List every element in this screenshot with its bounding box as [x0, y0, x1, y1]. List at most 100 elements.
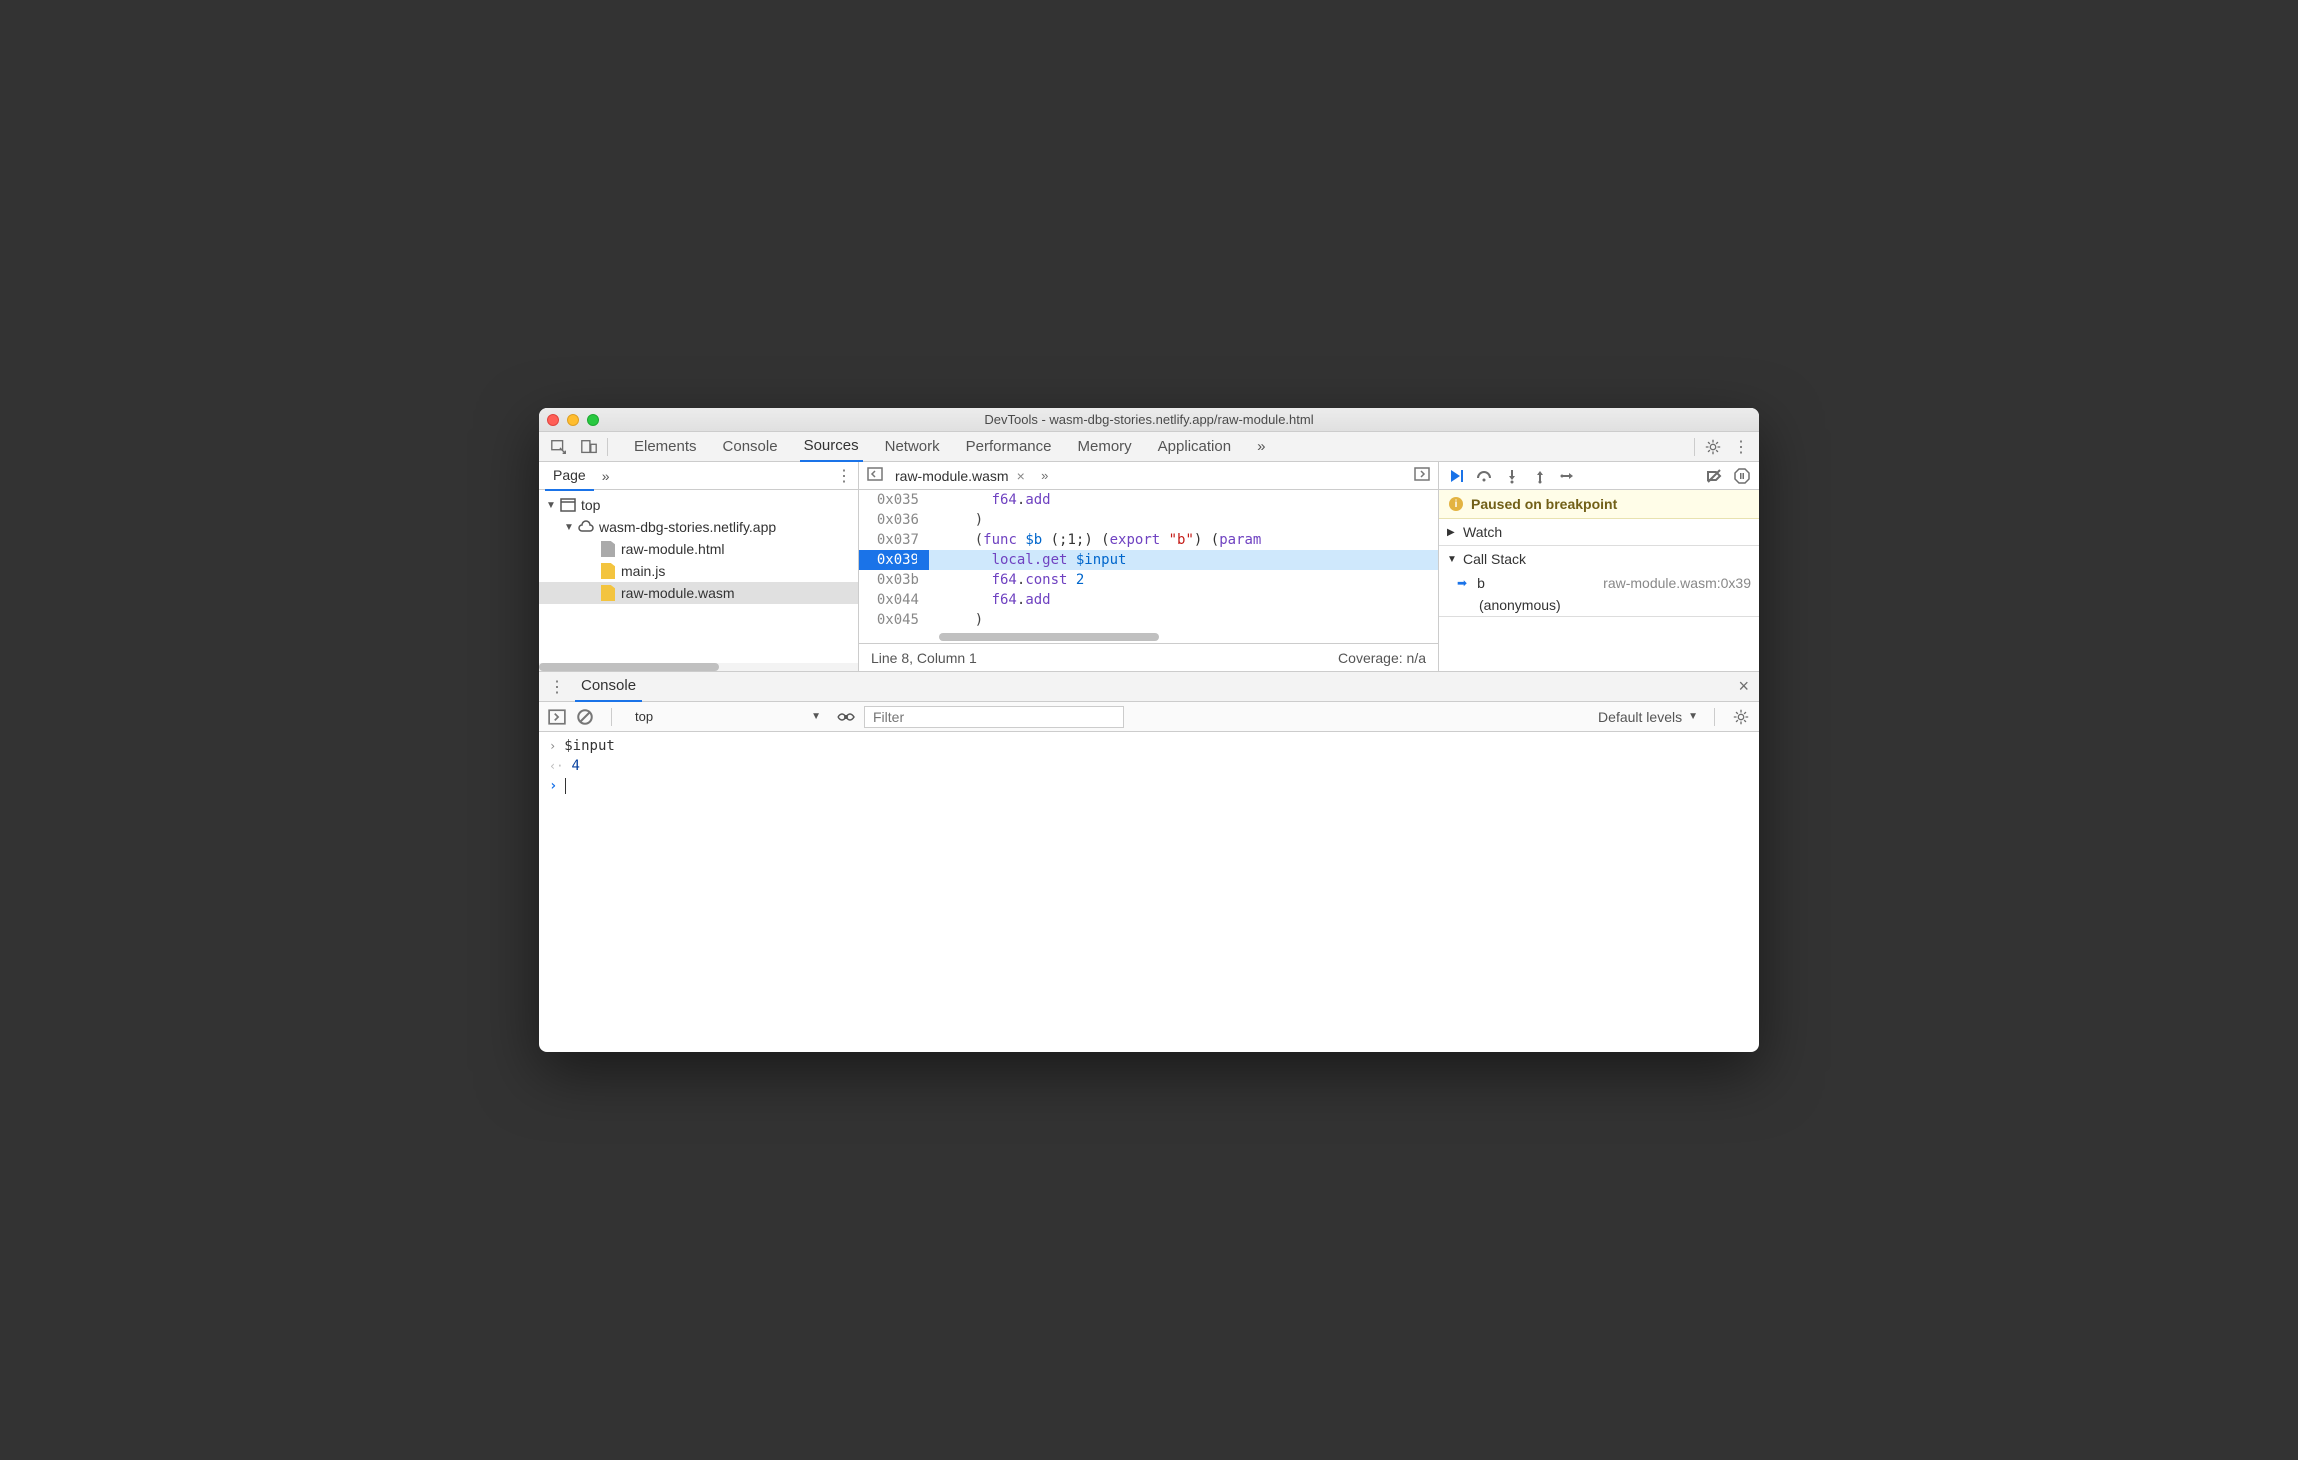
console-input-text: $input [564, 738, 615, 754]
console-sidebar-icon[interactable] [547, 707, 567, 727]
input-marker-icon: › [549, 739, 556, 753]
expand-arrow-icon: ▶ [1447, 527, 1457, 538]
live-expression-icon[interactable] [836, 707, 856, 727]
watch-section-header[interactable]: ▶ Watch [1439, 519, 1759, 545]
minimize-window-button[interactable] [567, 414, 579, 426]
main-toolbar: Elements Console Sources Network Perform… [539, 432, 1759, 462]
tree-row-file[interactable]: raw-module.wasm [539, 582, 858, 604]
drawer-menu-icon[interactable]: ⋮ [549, 677, 565, 697]
drawer-tab-console[interactable]: Console [575, 672, 642, 702]
tabs-overflow-icon[interactable]: » [1253, 432, 1269, 462]
resume-icon[interactable] [1447, 467, 1465, 485]
step-into-icon[interactable] [1503, 467, 1521, 485]
navigator-tabs-overflow[interactable]: » [594, 462, 618, 491]
tab-console[interactable]: Console [719, 432, 782, 462]
log-levels-select[interactable]: Default levels ▼ [1598, 709, 1698, 725]
stack-fn-name: (anonymous) [1479, 597, 1561, 613]
stack-location: raw-module.wasm:0x39 [1603, 575, 1751, 591]
coverage-status: Coverage: n/a [1338, 650, 1426, 666]
traffic-lights [547, 414, 599, 426]
editor-body[interactable]: 0x0350x0360x0370x0390x03b0x0440x045 f64.… [859, 490, 1438, 633]
chevron-down-icon: ▼ [811, 711, 821, 722]
callstack-section-header[interactable]: ▼ Call Stack [1439, 546, 1759, 572]
drawer-header: ⋮ Console × [539, 672, 1759, 702]
console-settings-icon[interactable] [1731, 707, 1751, 727]
cursor [565, 778, 566, 794]
editor-tabs-overflow[interactable]: » [1035, 468, 1055, 483]
expand-toggle-icon[interactable]: ▼ [545, 500, 557, 511]
tree-row-domain[interactable]: ▼ wasm-dbg-stories.netlify.app [539, 516, 858, 538]
console-body[interactable]: › $input ‹· 4 › [539, 732, 1759, 1052]
clear-console-icon[interactable] [575, 707, 595, 727]
tab-network[interactable]: Network [881, 432, 944, 462]
context-value: top [635, 709, 653, 724]
info-icon: i [1449, 497, 1463, 511]
devtools-window: DevTools - wasm-dbg-stories.netlify.app/… [539, 408, 1759, 1052]
tab-memory[interactable]: Memory [1074, 432, 1136, 462]
toggle-navigator-icon[interactable] [865, 467, 885, 484]
drawer-close-icon[interactable]: × [1738, 676, 1749, 697]
console-toolbar: top ▼ Default levels ▼ [539, 702, 1759, 732]
close-tab-icon[interactable]: × [1017, 468, 1025, 484]
tree-row-file[interactable]: main.js [539, 560, 858, 582]
tree-label: raw-module.html [621, 541, 724, 557]
console-filter-input[interactable] [864, 706, 1124, 728]
navigator-pane: Page » ⋮ ▼ top ▼ wasm-dbg-stories.netlif… [539, 462, 859, 671]
tree-label: top [581, 497, 600, 513]
callstack-label: Call Stack [1463, 551, 1526, 567]
sources-panel: Page » ⋮ ▼ top ▼ wasm-dbg-stories.netlif… [539, 462, 1759, 672]
file-tree: ▼ top ▼ wasm-dbg-stories.netlify.app raw… [539, 490, 858, 663]
editor-scrollbar[interactable] [859, 633, 1438, 643]
cloud-icon [577, 518, 595, 536]
tree-label: wasm-dbg-stories.netlify.app [599, 519, 776, 535]
step-over-icon[interactable] [1475, 467, 1493, 485]
file-icon [599, 562, 617, 580]
maximize-window-button[interactable] [587, 414, 599, 426]
panel-tabs: Elements Console Sources Network Perform… [630, 432, 1686, 462]
navigator-scrollbar[interactable] [539, 663, 858, 671]
close-window-button[interactable] [547, 414, 559, 426]
output-marker-icon: ‹· [549, 759, 563, 773]
tree-label: main.js [621, 563, 665, 579]
paused-banner: i Paused on breakpoint [1439, 490, 1759, 519]
tree-row-file[interactable]: raw-module.html [539, 538, 858, 560]
console-context-select[interactable]: top ▼ [628, 706, 828, 727]
more-menu-icon[interactable]: ⋮ [1733, 437, 1749, 457]
tree-label: raw-module.wasm [621, 585, 735, 601]
debugger-pane: i Paused on breakpoint ▶ Watch ▼ Call St… [1439, 462, 1759, 671]
editor-file-name: raw-module.wasm [895, 468, 1009, 484]
pause-on-exceptions-icon[interactable] [1733, 467, 1751, 485]
levels-label: Default levels [1598, 709, 1682, 725]
console-input-row: › $input [539, 736, 1759, 756]
device-toggle-icon[interactable] [579, 437, 599, 457]
tab-elements[interactable]: Elements [630, 432, 701, 462]
tab-performance[interactable]: Performance [962, 432, 1056, 462]
current-frame-icon: ➡ [1457, 576, 1467, 590]
console-output-value: 4 [571, 758, 579, 774]
settings-icon[interactable] [1703, 437, 1723, 457]
stack-frame[interactable]: (anonymous) [1439, 594, 1759, 616]
prompt-marker-icon: › [549, 778, 557, 794]
editor-pane: raw-module.wasm × » 0x0350x0360x0370x039… [859, 462, 1439, 671]
gutter[interactable]: 0x0350x0360x0370x0390x03b0x0440x045 [859, 490, 929, 633]
file-icon [599, 540, 617, 558]
toggle-debugger-icon[interactable] [1412, 467, 1432, 484]
console-prompt-row[interactable]: › [539, 776, 1759, 796]
inspect-element-icon[interactable] [549, 437, 569, 457]
stack-fn-name: b [1477, 575, 1485, 591]
tab-sources[interactable]: Sources [800, 432, 863, 462]
code-area[interactable]: f64.add ) (func $b (;1;) (export "b") (p… [929, 490, 1438, 633]
deactivate-breakpoints-icon[interactable] [1705, 467, 1723, 485]
tab-application[interactable]: Application [1154, 432, 1235, 462]
step-out-icon[interactable] [1531, 467, 1549, 485]
navigator-tab-page[interactable]: Page [545, 462, 594, 491]
step-icon[interactable] [1559, 467, 1577, 485]
titlebar: DevTools - wasm-dbg-stories.netlify.app/… [539, 408, 1759, 432]
window-title: DevTools - wasm-dbg-stories.netlify.app/… [539, 412, 1759, 427]
editor-file-tab[interactable]: raw-module.wasm × [885, 462, 1035, 490]
stack-frame[interactable]: ➡ b raw-module.wasm:0x39 [1439, 572, 1759, 594]
expand-toggle-icon[interactable]: ▼ [563, 522, 575, 533]
tree-row-top[interactable]: ▼ top [539, 494, 858, 516]
navigator-menu-icon[interactable]: ⋮ [836, 466, 852, 486]
cursor-position: Line 8, Column 1 [871, 650, 977, 666]
